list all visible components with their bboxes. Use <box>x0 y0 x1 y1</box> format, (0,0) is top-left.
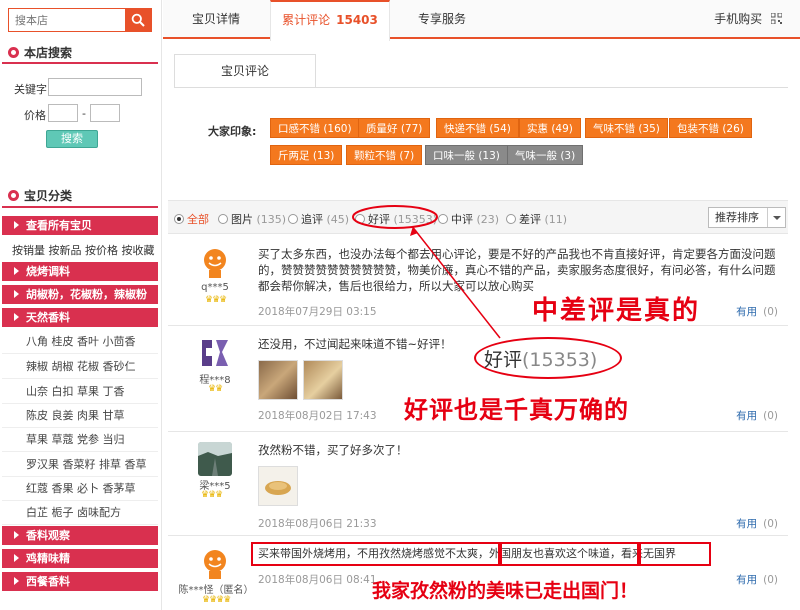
zoom-callout-label: 好评(15353) <box>484 349 598 371</box>
annotation-note: 好评也是千真万确的 <box>404 395 629 424</box>
highlight-box <box>639 542 711 566</box>
annotation-note: 中差评是真的 <box>532 296 701 326</box>
highlight-box <box>251 542 500 566</box>
highlight-box <box>500 542 639 566</box>
annotation-note: 我家孜然粉的美味已走出国门！ <box>372 580 639 602</box>
